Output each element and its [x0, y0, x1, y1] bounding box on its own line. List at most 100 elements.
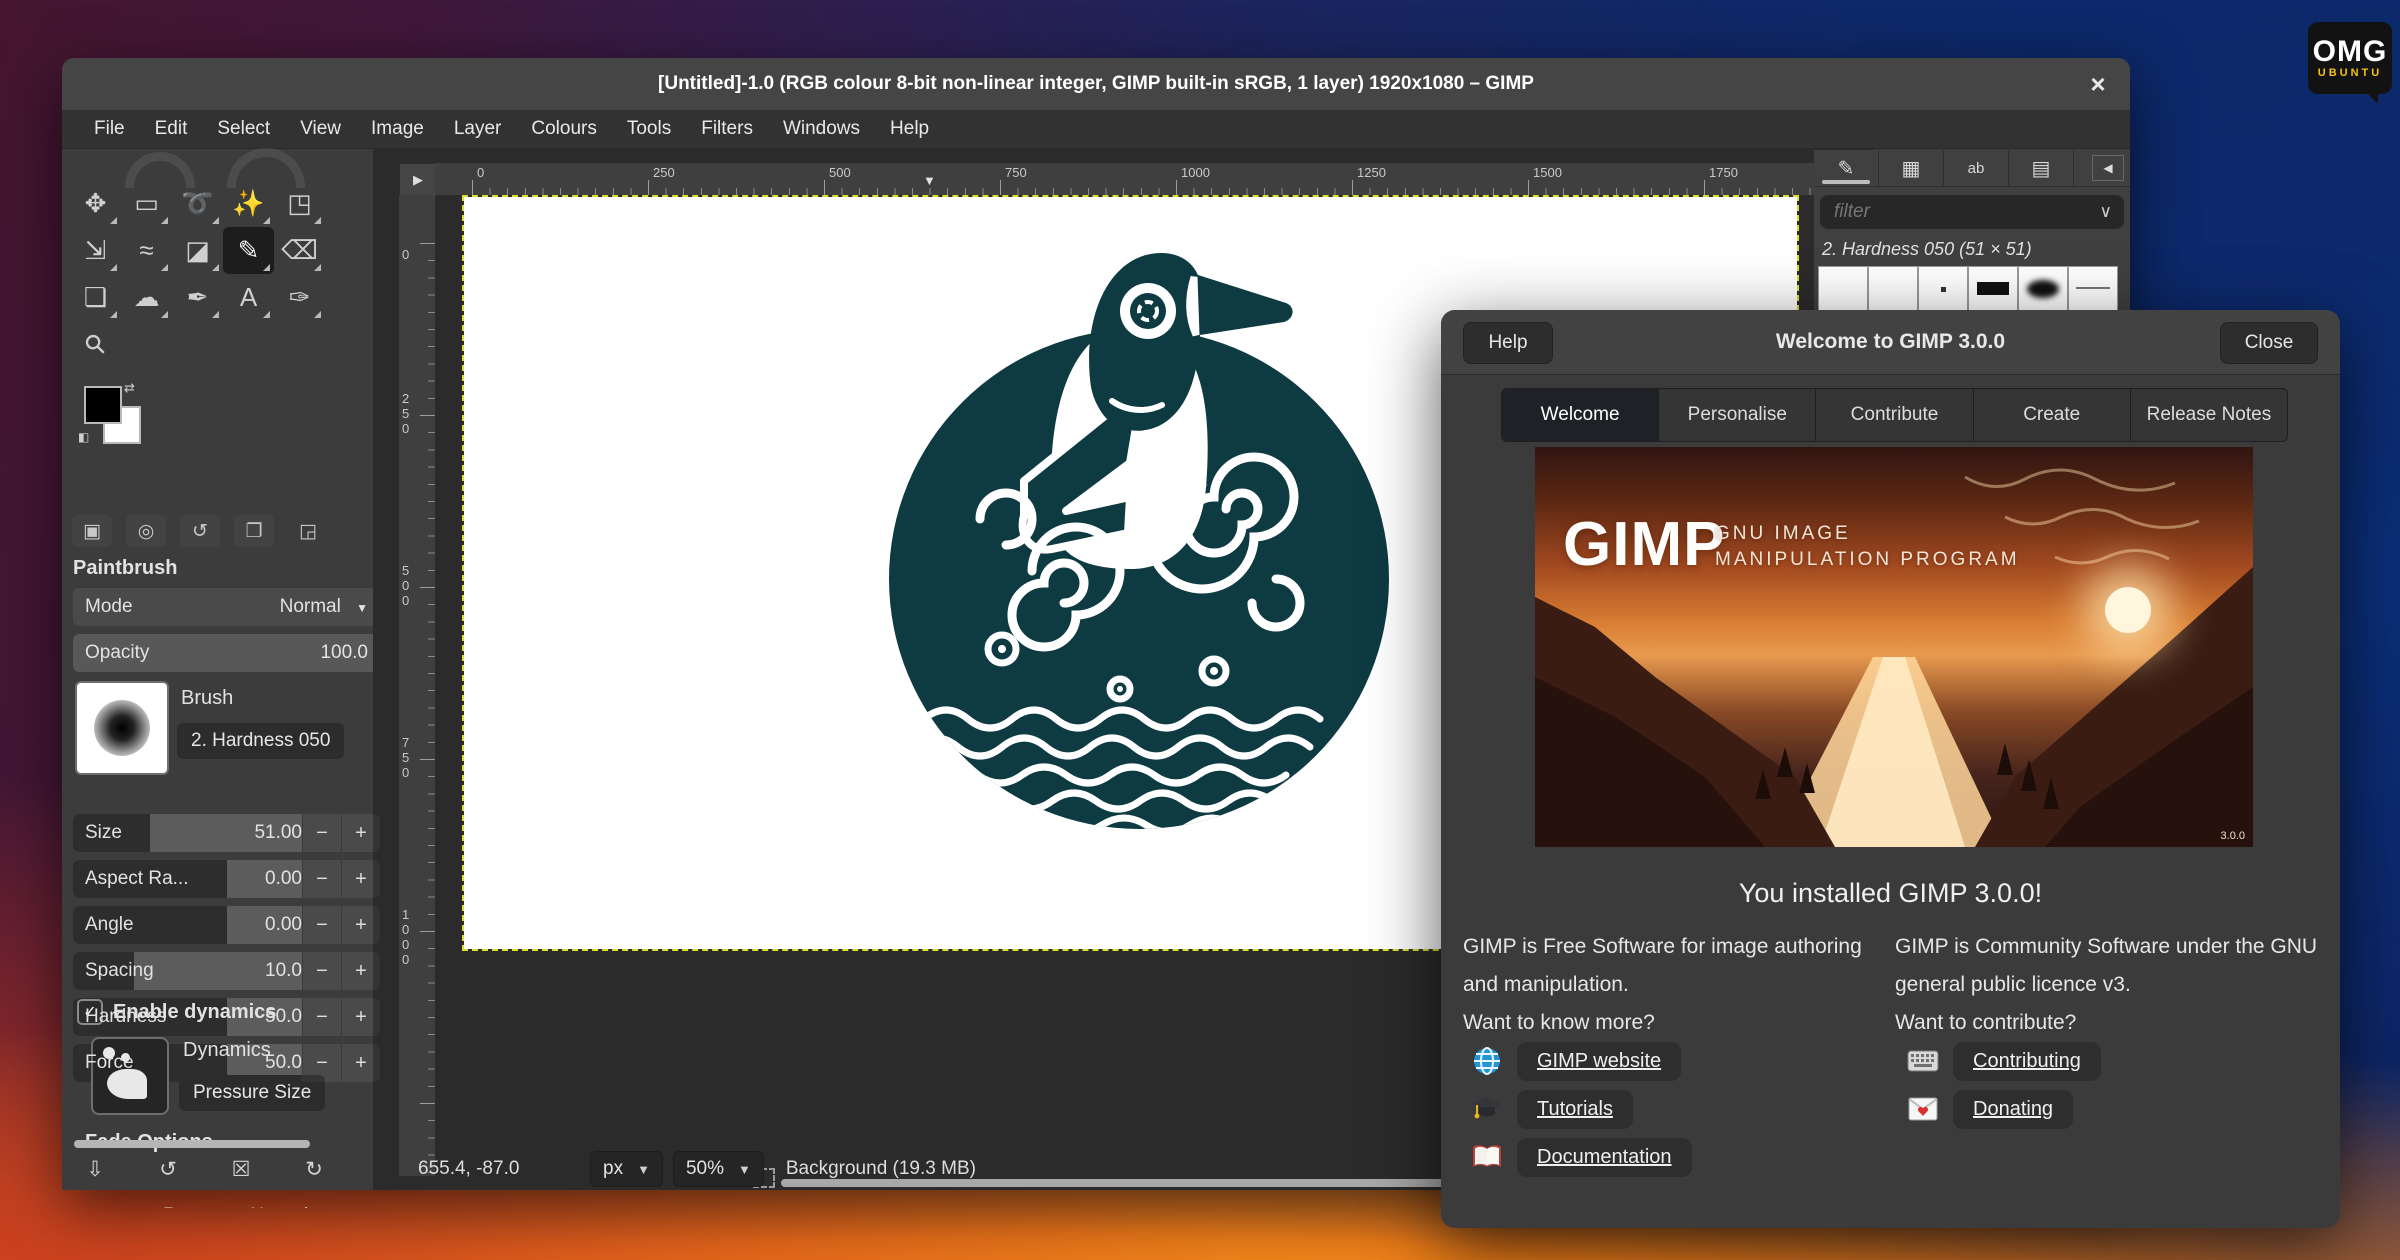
- ruler-corner-button[interactable]: ▶: [399, 163, 437, 197]
- default-colours-icon[interactable]: ◧: [78, 430, 89, 444]
- menu-tools[interactable]: Tools: [613, 113, 685, 145]
- dynamics-thumbnail[interactable]: [91, 1037, 169, 1115]
- horizontal-ruler[interactable]: 0 250 500 750 1000 1250 1500 1750 ▼: [435, 163, 1845, 195]
- delete-tool-settings-icon[interactable]: ☒: [226, 1157, 256, 1182]
- menu-view[interactable]: View: [286, 113, 355, 145]
- brush-grid: [1814, 266, 2130, 312]
- save-tool-settings-icon[interactable]: ⇩: [80, 1157, 110, 1182]
- warp-transform-tool[interactable]: ≈: [121, 227, 172, 274]
- brush-name[interactable]: 2. Hardness 050: [177, 723, 344, 759]
- unified-transform-tool[interactable]: ⇲: [70, 227, 121, 274]
- tool-options-tab[interactable]: ▣: [72, 515, 112, 547]
- angle-decrement-button[interactable]: −: [302, 906, 341, 944]
- smudge-tool[interactable]: ☁: [121, 274, 172, 321]
- device-status-tab[interactable]: ◎: [126, 515, 166, 547]
- force-increment-button[interactable]: +: [341, 1044, 380, 1082]
- size-increment-button[interactable]: +: [341, 814, 380, 852]
- spacing-increment-button[interactable]: +: [341, 952, 380, 990]
- tab-create[interactable]: Create: [1974, 389, 2131, 441]
- tab-contribute[interactable]: Contribute: [1816, 389, 1973, 441]
- images-tab[interactable]: ❐: [234, 515, 274, 547]
- ink-tool[interactable]: ✑: [274, 274, 325, 321]
- brush-filter-input[interactable]: [1832, 200, 2100, 224]
- undo-history-tab[interactable]: ↺: [180, 515, 220, 547]
- menu-filters[interactable]: Filters: [687, 113, 767, 145]
- tab-release-notes[interactable]: Release Notes: [2131, 389, 2287, 441]
- fonts-tab[interactable]: ab: [1944, 150, 2009, 186]
- donating-link[interactable]: Donating: [1953, 1090, 2073, 1129]
- gradients-tab[interactable]: ▤: [2009, 150, 2074, 186]
- mode-dropdown[interactable]: Mode Normal ▼: [73, 588, 380, 626]
- size-slider[interactable]: Size 51.00 − +: [73, 814, 380, 852]
- welcome-dialog-header[interactable]: Welcome to GIMP 3.0.0: [1441, 310, 2340, 375]
- aspect-decrement-button[interactable]: −: [302, 860, 341, 898]
- patterns-tab[interactable]: ▦: [1879, 150, 1944, 186]
- title-bar[interactable]: [Untitled]-1.0 (RGB colour 8-bit non-lin…: [62, 58, 2130, 110]
- tab-personalise[interactable]: Personalise: [1659, 389, 1816, 441]
- bucket-fill-tool[interactable]: ◪: [172, 227, 223, 274]
- documentation-link[interactable]: Documentation: [1517, 1138, 1692, 1177]
- brush-swatch[interactable]: [2018, 266, 2068, 312]
- menu-file[interactable]: File: [80, 113, 139, 145]
- brush-filter-field[interactable]: ∨: [1820, 195, 2124, 229]
- brush-swatch[interactable]: [1818, 266, 1868, 312]
- brush-swatch[interactable]: [1968, 266, 2018, 312]
- omg-ubuntu-logo: OMG UBUNTU: [2308, 22, 2392, 94]
- contributing-link[interactable]: Contributing: [1953, 1042, 2101, 1081]
- menu-edit[interactable]: Edit: [141, 113, 202, 145]
- menu-layer[interactable]: Layer: [440, 113, 516, 145]
- zoom-dropdown[interactable]: 50% ▼: [673, 1151, 764, 1187]
- fuzzy-select-tool[interactable]: ✨: [223, 180, 274, 227]
- brush-swatch[interactable]: [2068, 266, 2118, 312]
- paintbrush-tool[interactable]: ✎: [223, 227, 274, 274]
- gimp-website-link[interactable]: GIMP website: [1517, 1042, 1681, 1081]
- move-tool[interactable]: ✥: [70, 180, 121, 227]
- swap-colours-icon[interactable]: ⇄: [124, 380, 135, 396]
- revert-tool-settings-icon[interactable]: ↺: [153, 1157, 183, 1182]
- reset-tool-settings-icon[interactable]: ↻: [299, 1157, 329, 1182]
- panel-menu-icon[interactable]: ◲: [288, 515, 328, 547]
- close-button[interactable]: Close: [2220, 322, 2318, 364]
- tutorials-link[interactable]: Tutorials: [1517, 1090, 1633, 1129]
- paths-tool[interactable]: ✒: [172, 274, 223, 321]
- brushes-tab[interactable]: ✎: [1814, 150, 1879, 186]
- tab-welcome[interactable]: Welcome: [1502, 389, 1659, 441]
- menu-image[interactable]: Image: [357, 113, 438, 145]
- tool-options-horizontal-scrollbar[interactable]: [74, 1140, 310, 1148]
- spacing-slider[interactable]: Spacing 10.0 − +: [73, 952, 380, 990]
- menu-select[interactable]: Select: [203, 113, 284, 145]
- angle-slider[interactable]: Angle 0.00 − +: [73, 906, 380, 944]
- aspect-increment-button[interactable]: +: [341, 860, 380, 898]
- size-decrement-button[interactable]: −: [302, 814, 341, 852]
- hardness-increment-button[interactable]: +: [341, 998, 380, 1036]
- force-decrement-button[interactable]: −: [302, 1044, 341, 1082]
- clone-tool[interactable]: ❏: [70, 274, 121, 321]
- rectangle-select-tool[interactable]: ▭: [121, 180, 172, 227]
- menu-windows[interactable]: Windows: [769, 113, 874, 145]
- welcome-dialog-title: Welcome to GIMP 3.0.0: [1776, 330, 2005, 354]
- spacing-decrement-button[interactable]: −: [302, 952, 341, 990]
- free-select-tool[interactable]: ➰: [172, 180, 223, 227]
- opacity-slider[interactable]: Opacity 100.0: [73, 634, 380, 672]
- eraser-tool[interactable]: ⌫: [274, 227, 325, 274]
- aspect-ratio-slider[interactable]: Aspect Ra... 0.00 − +: [73, 860, 380, 898]
- crop-tool[interactable]: ◳: [274, 180, 325, 227]
- free-software-paragraph: GIMP is Free Software for image authorin…: [1463, 928, 1883, 1042]
- foreground-colour-swatch[interactable]: [84, 386, 122, 424]
- zoom-tool[interactable]: ⚲: [70, 321, 121, 368]
- brush-thumbnail[interactable]: [75, 681, 169, 775]
- menu-help[interactable]: Help: [876, 113, 943, 145]
- graduation-cap-icon: [1471, 1093, 1503, 1125]
- hardness-decrement-button[interactable]: −: [302, 998, 341, 1036]
- vertical-ruler[interactable]: 0 250 500 750 1000: [399, 195, 435, 1176]
- help-button[interactable]: Help: [1463, 322, 1553, 364]
- brush-swatch[interactable]: [1918, 266, 1968, 312]
- angle-increment-button[interactable]: +: [341, 906, 380, 944]
- dock-collapse-icon[interactable]: ◀: [2092, 155, 2124, 181]
- unit-dropdown[interactable]: px ▼: [590, 1151, 663, 1187]
- repeat-dropdown[interactable]: Repeat None (exte: [163, 1205, 392, 1208]
- brush-swatch[interactable]: [1868, 266, 1918, 312]
- menu-colours[interactable]: Colours: [517, 113, 610, 145]
- window-close-icon[interactable]: ×: [2078, 58, 2118, 110]
- text-tool[interactable]: A: [223, 274, 274, 321]
